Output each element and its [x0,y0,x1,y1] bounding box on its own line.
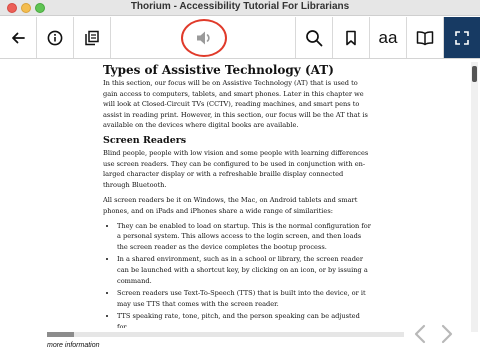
table-of-contents-button[interactable] [74,17,110,58]
list-item: TTS speaking rate, tone, pitch, and the … [117,311,371,328]
bullet-list: They can be enabled to load on startup. … [103,221,371,328]
list-item: They can be enabled to load on startup. … [117,221,371,253]
reading-progress-fill [47,332,74,337]
list-item: In a shared environment, such as in a sc… [117,254,371,286]
window-title: Thorium - Accessibility Tutorial For Lib… [130,1,350,12]
scrollbar-thumb[interactable] [472,66,477,82]
section-heading: Types of Assistive Technology (AT) [103,63,334,77]
bookmark-icon [346,30,356,45]
search-button[interactable] [296,17,332,58]
font-settings-label: aa [378,28,398,47]
bookmark-button[interactable] [333,17,369,58]
chevron-right-icon [441,324,453,344]
previous-page-button[interactable] [410,322,430,346]
chevron-left-icon [414,324,426,344]
toolbar-divider [110,17,111,58]
fullscreen-button[interactable] [444,17,480,58]
info-button[interactable] [37,17,73,58]
back-button[interactable] [0,17,36,58]
font-settings-button[interactable]: aa [370,17,406,58]
table-of-contents-icon [85,30,99,45]
intro-paragraph: In this section, our focus will be on As… [103,79,368,130]
book-content: Types of Assistive Technology (AT) In th… [103,63,371,328]
open-book-icon [416,30,434,45]
more-information-link[interactable]: more information [47,342,100,349]
reading-progress-track[interactable] [47,332,404,337]
arrow-left-icon [12,32,25,43]
fullscreen-icon [455,30,469,45]
highlight-circle [181,19,227,57]
search-icon [306,29,323,46]
info-icon [47,30,63,45]
paragraph: All screen readers be it on Windows, the… [103,196,358,215]
reader-toolbar: aa [0,17,480,59]
list-item: Screen readers use Text-To-Speech (TTS) … [117,288,371,309]
library-button[interactable] [407,17,443,58]
paragraph: Blind people, people with low vision and… [103,148,369,189]
content-scrollbar[interactable] [471,62,478,332]
subsection-heading: Screen Readers [103,134,187,146]
next-page-button[interactable] [437,322,457,346]
title-bar: Thorium - Accessibility Tutorial For Lib… [0,0,480,16]
